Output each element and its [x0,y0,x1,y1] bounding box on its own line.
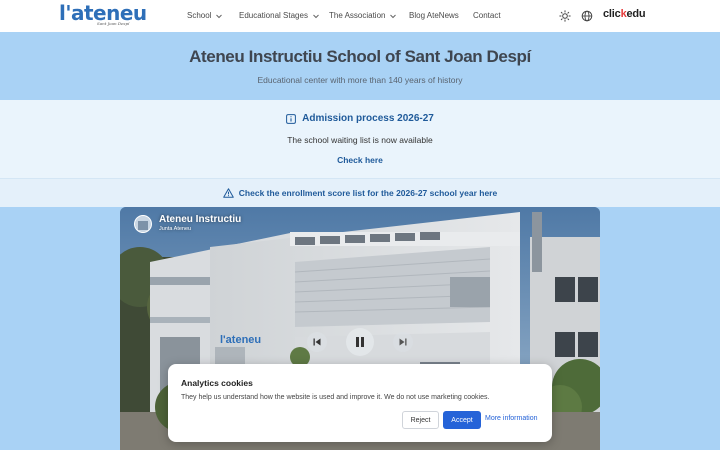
admission-section: Admission process 2026-27 The school wai… [0,100,720,178]
cookie-banner: Analytics cookies They help us understan… [168,364,552,442]
previous-icon [313,338,321,346]
nav-label: Contact [473,11,501,20]
video-channel-title[interactable]: Ateneu Instructiu [159,214,241,225]
clickedu-text-pre: clic [603,8,621,20]
page-title: Ateneu Instructiu School of Sant Joan De… [189,47,531,66]
page-subtitle: Educational center with more than 140 ye… [257,75,463,85]
enrollment-notice-link[interactable]: Check the enrollment score list for the … [0,178,720,207]
building-sign: l'ateneu [220,334,261,346]
more-information-link[interactable]: More information [485,415,538,422]
check-here-link[interactable]: Check here [0,155,720,165]
info-icon [286,113,297,124]
nav-label: School [187,11,212,20]
nav-item-educational-stages[interactable]: Educational Stages [239,11,320,20]
channel-avatar[interactable] [134,215,152,233]
cookie-title: Analytics cookies [181,378,253,388]
globe-icon[interactable] [581,10,593,22]
logo-text: l'ateneu [59,1,147,25]
nav-label: Educational Stages [239,11,308,20]
admission-text: The school waiting list is now available [287,135,433,145]
chevron-down-icon [390,14,397,18]
admission-title: Admission process 2026-27 [302,113,434,124]
pause-icon [356,337,364,347]
pause-button[interactable] [346,328,374,356]
hero-section: Ateneu Instructiu School of Sant Joan De… [0,32,720,100]
nav-item-contact[interactable]: Contact [473,11,501,20]
nav-item-school[interactable]: School [187,11,223,20]
next-icon [399,338,407,346]
site-header: l'ateneu Sant Joan Despí School Educatio… [0,0,720,32]
accept-button[interactable]: Accept [443,411,481,429]
nav-item-association[interactable]: The Association [329,11,397,20]
nav-item-blog[interactable]: Blog AteNews [409,11,459,20]
warning-icon [222,188,234,198]
clickedu-text-post: edu [626,8,646,20]
next-button[interactable] [393,332,413,352]
nav-label: Blog AteNews [409,11,459,20]
cookie-description: They help us understand how the website … [181,394,490,401]
nav-label: The Association [329,11,386,20]
site-logo[interactable]: l'ateneu Sant Joan Despí [59,1,147,27]
admission-heading: Admission process 2026-27 [0,113,720,124]
notice-text: Check the enrollment score list for the … [238,188,498,198]
logo-subtitle: Sant Joan Despí [97,21,130,26]
chevron-down-icon [216,14,223,18]
clickedu-link[interactable]: clickedu [603,8,646,20]
sun-icon[interactable] [559,10,571,22]
chevron-down-icon [313,14,319,18]
video-channel-subtitle: Junta Ateneu [159,226,192,232]
reject-button[interactable]: Reject [402,411,439,429]
previous-button[interactable] [307,332,327,352]
